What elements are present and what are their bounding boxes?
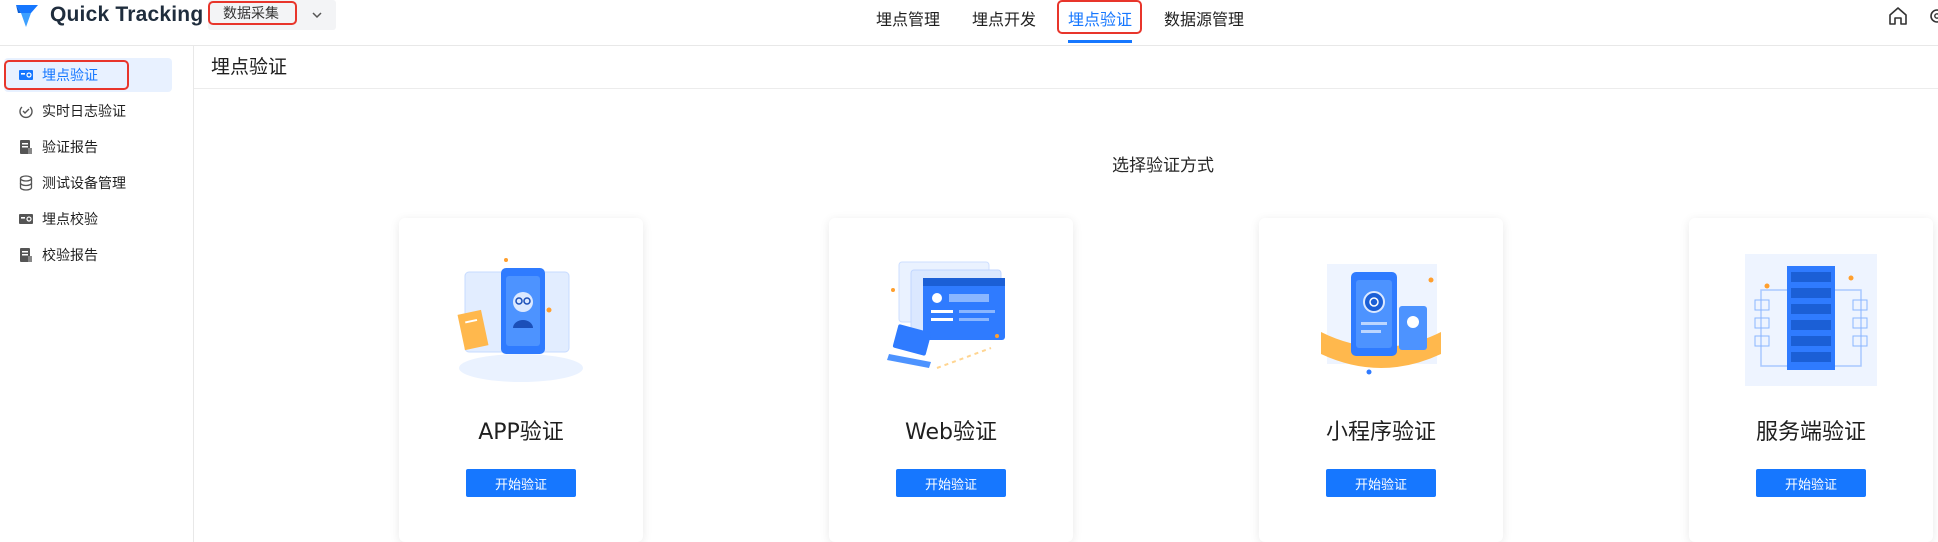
- highlight-box-sidebar: [4, 60, 129, 90]
- card-title: 小程序验证: [1325, 420, 1436, 445]
- sidebar-item-label: 测试设备管理: [42, 176, 126, 192]
- start-verification-button[interactable]: 开始验证: [896, 469, 1006, 497]
- active-tab-indicator: [1068, 40, 1132, 43]
- divider: [194, 88, 1938, 89]
- nav-item-datasource-management[interactable]: 数据源管理: [1164, 6, 1244, 30]
- card-title: APP验证: [478, 420, 564, 445]
- sidebar-item-check-report[interactable]: 校验报告: [4, 238, 172, 272]
- report-icon: [18, 139, 34, 155]
- chevron-down-icon: [312, 12, 322, 19]
- section-title: 选择验证方式: [1112, 156, 1214, 176]
- server-icon: [1745, 254, 1877, 386]
- report-icon: [18, 247, 34, 263]
- mobile-app-icon: [457, 258, 583, 382]
- card-title: Web验证: [905, 420, 997, 445]
- start-verification-button[interactable]: 开始验证: [1326, 469, 1436, 497]
- top-bar: Quick Tracking 数据采集 埋点管理 埋点开发 埋点验证 数据源管理: [0, 0, 1938, 46]
- sidebar-item-tracking-check[interactable]: 埋点校验: [4, 202, 172, 236]
- sidebar: 埋点验证 实时日志验证 验证报告 测试设备管理 埋点校验 校验报告: [0, 46, 194, 542]
- app-name: Quick Tracking: [50, 3, 204, 26]
- sidebar-item-label: 校验报告: [42, 248, 98, 264]
- web-browser-icon: [887, 261, 1005, 369]
- start-verification-button[interactable]: 开始验证: [466, 469, 576, 497]
- sidebar-item-label: 验证报告: [42, 140, 98, 156]
- gear-icon[interactable]: [1926, 5, 1938, 27]
- card-web-verification: Web验证 开始验证: [829, 218, 1073, 542]
- mini-program-icon: [1321, 264, 1441, 375]
- nav-item-tracking-development[interactable]: 埋点开发: [972, 6, 1036, 30]
- card-title: 服务端验证: [1755, 420, 1866, 445]
- sidebar-item-test-device-management[interactable]: 测试设备管理: [4, 166, 172, 200]
- realtime-log-icon: [18, 103, 34, 119]
- sidebar-item-label: 埋点校验: [42, 212, 98, 228]
- highlight-box-product: [208, 1, 297, 25]
- quick-tracking-logo-icon: [16, 5, 38, 27]
- page-title: 埋点验证: [211, 56, 288, 78]
- sidebar-item-realtime-log[interactable]: 实时日志验证: [4, 94, 172, 128]
- check-icon: [18, 211, 34, 227]
- sidebar-item-verification-report[interactable]: 验证报告: [4, 130, 172, 164]
- card-server-verification: 服务端验证 开始验证: [1689, 218, 1933, 542]
- sidebar-item-label: 实时日志验证: [42, 104, 126, 120]
- nav-item-tracking-management[interactable]: 埋点管理: [876, 6, 940, 30]
- start-verification-button[interactable]: 开始验证: [1756, 469, 1866, 497]
- app-logo[interactable]: Quick Tracking: [12, 0, 203, 30]
- highlight-box-nav: [1057, 0, 1142, 34]
- card-mini-program-verification: 小程序验证 开始验证: [1259, 218, 1503, 542]
- card-app-verification: APP验证 开始验证: [399, 218, 643, 542]
- home-icon[interactable]: [1887, 5, 1909, 27]
- database-icon: [18, 175, 34, 191]
